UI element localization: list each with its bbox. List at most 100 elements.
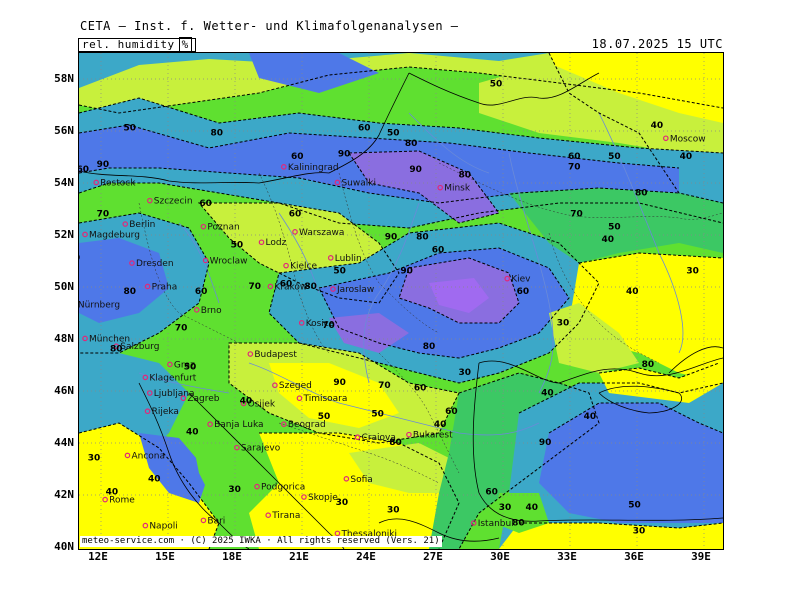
city-label: Szczecin	[154, 197, 193, 207]
contour-value-label: 80	[405, 139, 418, 149]
city-label: Skopje	[308, 493, 338, 503]
contour-value-label: 80	[79, 253, 80, 263]
contour-value-label: 90	[338, 149, 351, 159]
contour-value-label: 50	[608, 222, 621, 232]
city-label: Bari	[207, 516, 225, 526]
city-label: Szeged	[279, 381, 312, 391]
contour-value-label: 40	[434, 420, 447, 430]
contour-value-label: 30	[686, 266, 699, 276]
contour-value-label: 50	[387, 129, 400, 139]
contour-value-label: 50	[184, 363, 197, 373]
city-label: Magdeburg	[89, 230, 140, 240]
lat-label-46n: 46N	[54, 384, 74, 397]
contour-value-label: 60	[358, 123, 371, 133]
contour-value-label: 40	[680, 152, 693, 162]
contour-value-label: 30	[499, 503, 512, 513]
field-unit: %	[178, 37, 192, 52]
contour-value-label: 80	[123, 287, 136, 297]
contour-value-label: 60	[517, 287, 530, 297]
lon-label-27e: 27E	[423, 550, 443, 563]
city-label: Klagenfurt	[149, 373, 196, 383]
contour-value-label: 50	[628, 500, 641, 510]
contour-value-label: 30	[228, 485, 241, 495]
city-label: Podgorica	[261, 483, 305, 493]
city-label: Lublin	[335, 254, 362, 264]
lon-label-18e: 18E	[222, 550, 242, 563]
city-label: Kaliningrad	[288, 163, 339, 173]
lat-label-52n: 52N	[54, 228, 74, 241]
lon-label-12e: 12E	[88, 550, 108, 563]
contour-value-label: 30	[557, 318, 570, 328]
lon-label-36e: 36E	[624, 550, 644, 563]
contour-value-label: 70	[378, 381, 391, 391]
contour-value-label: 70	[175, 324, 188, 334]
contour-value-label: 40	[526, 503, 539, 513]
contour-value-label: 50	[231, 240, 244, 250]
contour-value-label: 60	[485, 487, 498, 497]
contour-value-label: 40	[541, 389, 554, 399]
lat-label-40n: 40N	[54, 540, 74, 553]
contour-value-label: 90	[539, 438, 552, 448]
contour-value-label: 80	[416, 233, 429, 243]
city-label: Bukarest	[413, 431, 453, 441]
lat-label-42n: 42N	[54, 488, 74, 501]
humidity-fill-layer	[79, 53, 723, 549]
city-label: Suwalki	[341, 178, 376, 188]
city-label: Kielce	[290, 262, 317, 272]
city-label: Poznan	[207, 223, 239, 233]
contour-value-label: 60	[432, 246, 445, 256]
contour-value-label: 30	[387, 506, 400, 516]
city-label: Tirana	[271, 511, 300, 521]
city-label: Wroclaw	[210, 256, 248, 266]
contour-value-label: 60	[79, 165, 89, 175]
city-label: Nürnberg	[79, 301, 120, 311]
lat-label-56n: 56N	[54, 124, 74, 137]
contour-value-label: 30	[459, 368, 472, 378]
contour-value-label: 90	[385, 233, 398, 243]
city-label: Lodz	[266, 238, 287, 248]
contour-value-label: 60	[280, 279, 293, 289]
city-label: Jaroslaw	[336, 285, 374, 295]
city-label: Istanbul	[478, 519, 514, 529]
contour-value-label: 40	[240, 396, 253, 406]
lon-label-39e: 39E	[691, 550, 711, 563]
contour-value-label: 30	[633, 526, 646, 536]
copyright-credit: meteo-service.com · (C) 2025 IWKA · All …	[80, 536, 442, 547]
contour-value-label: 50	[318, 412, 331, 422]
city-label: Dresden	[136, 259, 174, 269]
city-label: Budapest	[254, 350, 297, 360]
contour-value-label: 80	[512, 519, 525, 529]
contour-value-label: 90	[97, 160, 110, 170]
city-label: Ancona	[131, 451, 165, 461]
city-label: Minsk	[444, 184, 471, 194]
contour-value-label: 70	[568, 162, 581, 172]
field-label-box: rel. humidity%	[78, 37, 196, 52]
contour-value-label: 40	[148, 474, 161, 484]
city-label: Sofia	[350, 475, 372, 485]
contour-value-label: 90	[333, 378, 346, 388]
city-label: Timisoara	[302, 394, 347, 404]
contour-value-label: 80	[304, 282, 317, 292]
humidity-map: Moscow Minsk Kaliningrad Suwalki Rostock Szcz…	[78, 52, 724, 550]
contour-value-label: 60	[289, 209, 302, 219]
contour-value-label: 40	[651, 121, 664, 131]
contour-value-label: 70	[97, 209, 110, 219]
contour-value-label: 80	[642, 360, 655, 370]
city-label: Rijeka	[152, 407, 179, 417]
contour-value-label: 80	[459, 170, 472, 180]
lon-label-21e: 21E	[289, 550, 309, 563]
lat-label-58n: 58N	[54, 72, 74, 85]
map-canvas: Moscow Minsk KaliningradSuwalki Rostock Szcz…	[79, 53, 723, 549]
contour-value-label: 50	[371, 409, 384, 419]
lat-label-54n: 54N	[54, 176, 74, 189]
city-label: Moscow	[670, 134, 706, 144]
lon-label-15e: 15E	[155, 550, 175, 563]
contour-value-label: 60	[195, 287, 208, 297]
contour-value-label: 60	[568, 152, 581, 162]
contour-value-label: 40	[601, 235, 614, 245]
contour-value-label: 70	[570, 209, 583, 219]
contour-value-label: 60	[445, 407, 458, 417]
lat-label-48n: 48N	[54, 332, 74, 345]
contour-value-label: 80	[635, 188, 648, 198]
contour-value-label: 70	[249, 282, 262, 292]
